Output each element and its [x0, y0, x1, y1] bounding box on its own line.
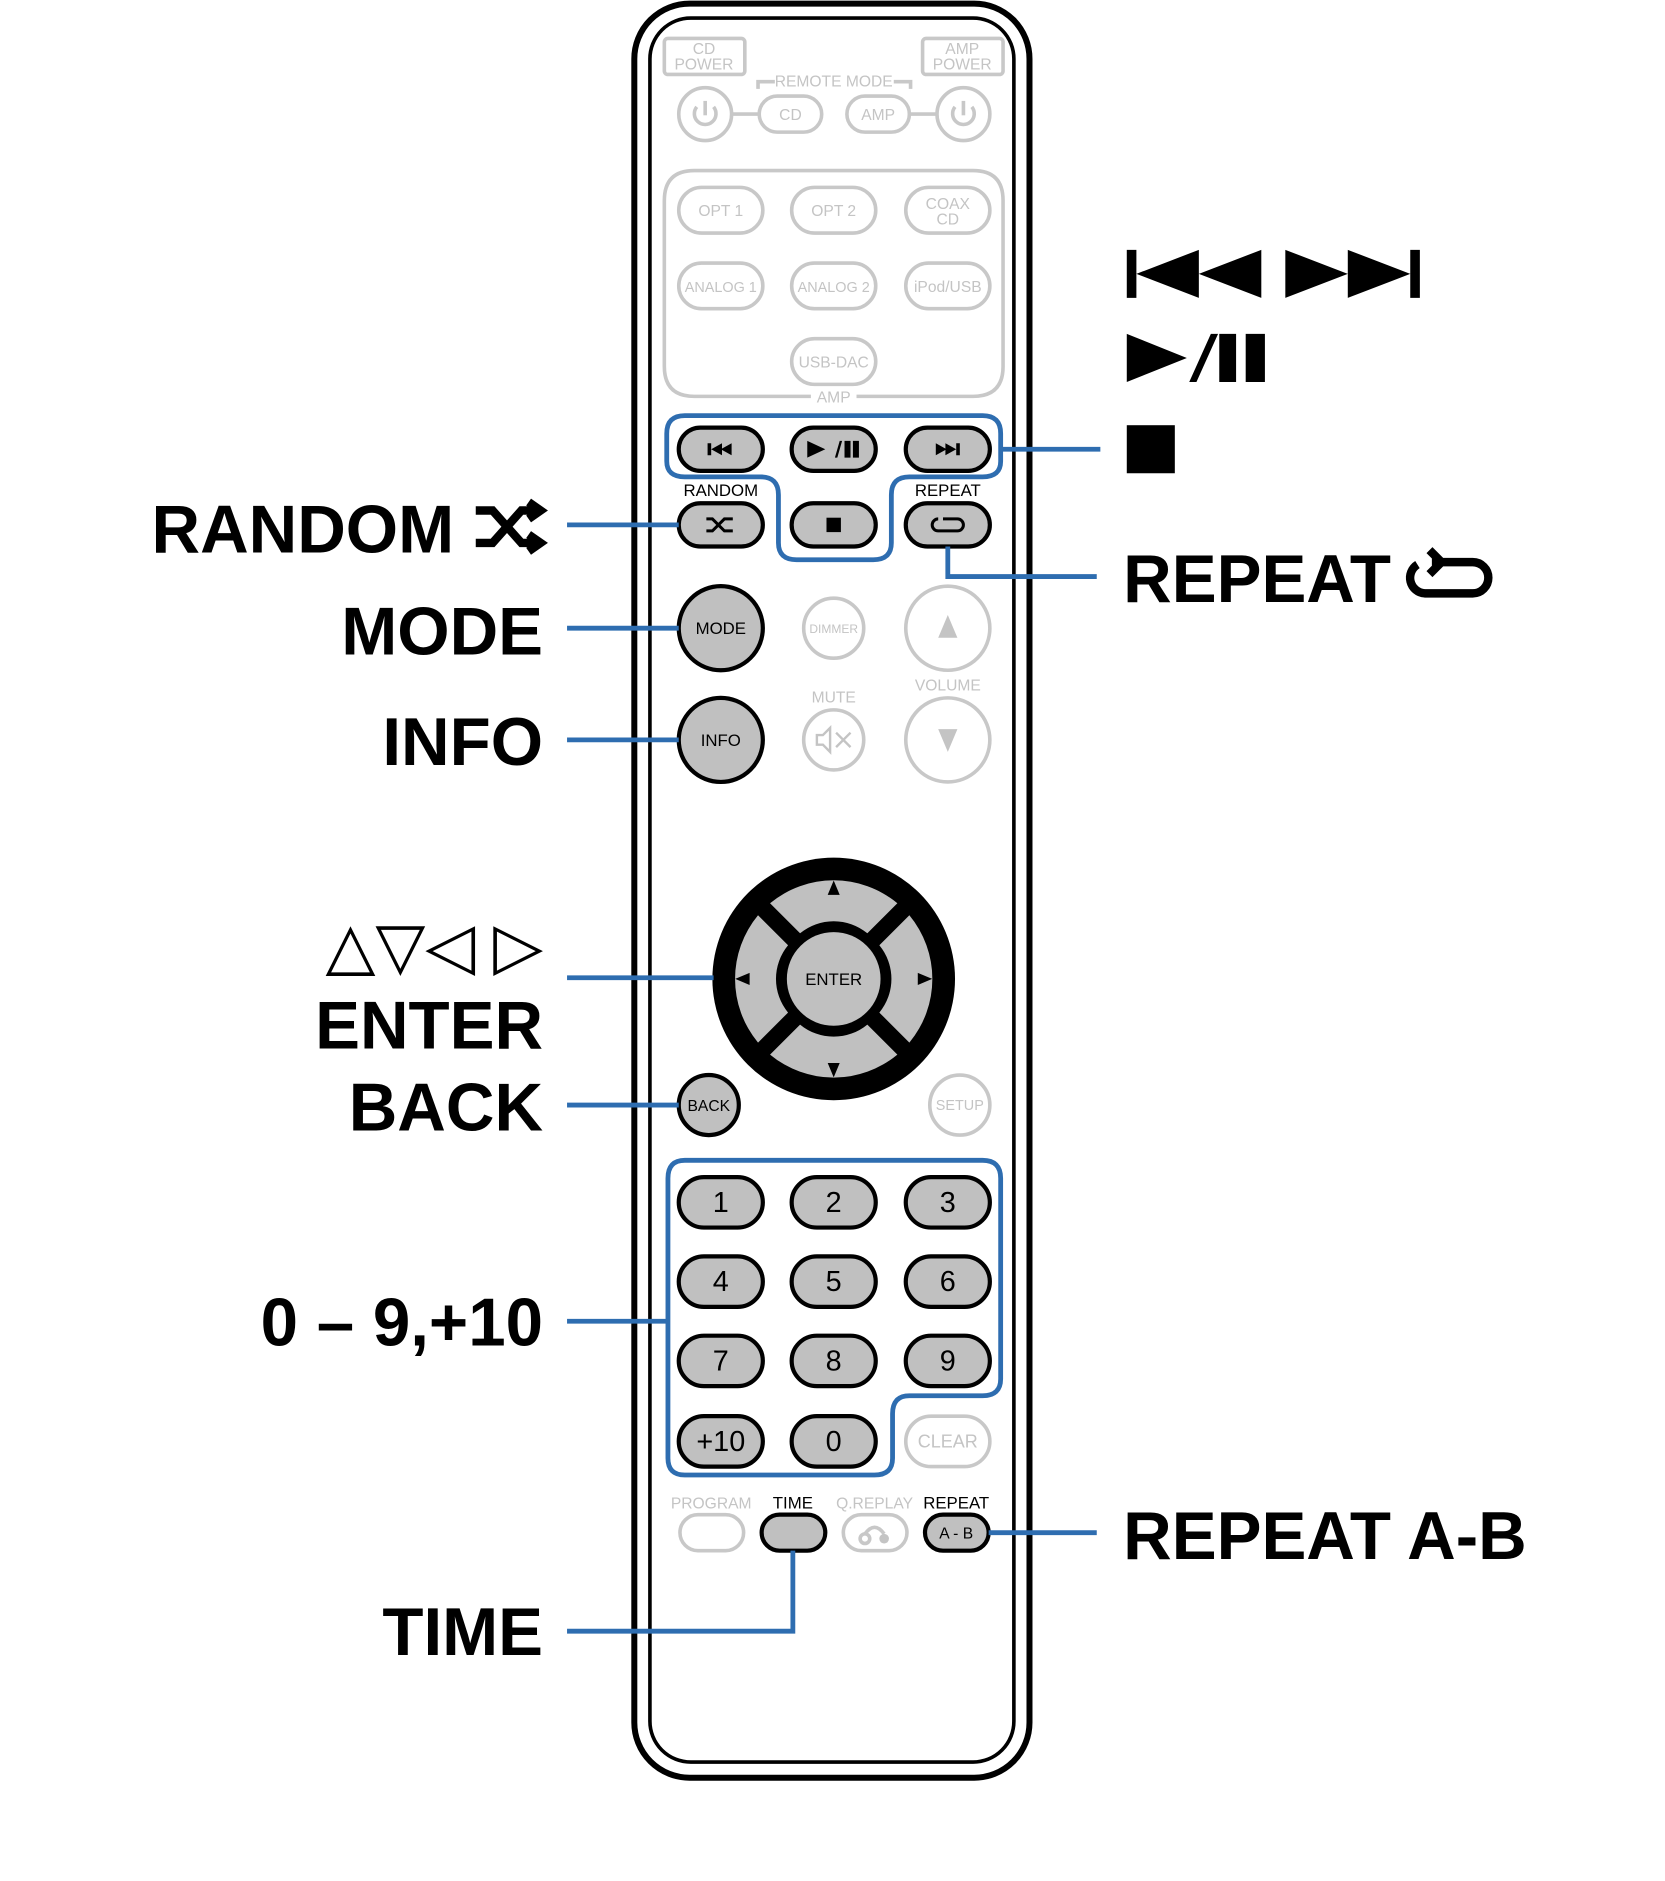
time-label: TIME	[773, 1494, 813, 1513]
svg-text:MODE: MODE	[696, 619, 746, 638]
svg-text:ANALOG 2: ANALOG 2	[798, 280, 870, 296]
callout-repeat: REPEAT	[1123, 542, 1391, 617]
svg-text:5: 5	[826, 1266, 842, 1298]
svg-text:AMP: AMP	[945, 41, 979, 58]
number-button-3[interactable]: 3	[903, 1175, 992, 1230]
svg-text:0: 0	[826, 1426, 842, 1458]
repeat-ab-button[interactable]: A - B	[922, 1512, 991, 1553]
svg-text:6: 6	[940, 1266, 956, 1298]
svg-text:9: 9	[940, 1346, 956, 1378]
svg-text:3: 3	[940, 1187, 956, 1219]
number-button-4[interactable]: 4	[676, 1254, 765, 1309]
stop-button[interactable]	[789, 501, 878, 549]
amp-group-label: AMP	[817, 389, 851, 406]
svg-text:COAX: COAX	[926, 196, 971, 213]
qreplay-label: Q.REPLAY	[836, 1496, 914, 1513]
remote-diagram: CD POWER AMP POWER REMOTE MODE CD AMP AM…	[152, 0, 1527, 1781]
number-button-2[interactable]: 2	[789, 1175, 878, 1230]
svg-text:2: 2	[826, 1187, 842, 1219]
number-button-5[interactable]: 5	[789, 1254, 878, 1309]
callout-mode: MODE	[341, 595, 543, 670]
cursor-pad: ENTER	[712, 857, 956, 1101]
number-button-7[interactable]: 7	[676, 1333, 765, 1389]
callout-time: TIME	[382, 1595, 543, 1670]
number-button-6[interactable]: 6	[903, 1254, 992, 1309]
back-button[interactable]: BACK	[676, 1072, 741, 1138]
time-button[interactable]	[759, 1512, 828, 1553]
callout-repeat-ab: REPEAT A-B	[1123, 1499, 1527, 1574]
repeat-label: REPEAT	[915, 481, 981, 500]
shuffle-icon	[475, 498, 548, 555]
svg-text:iPod/USB: iPod/USB	[914, 279, 982, 296]
svg-text:AMP: AMP	[861, 107, 895, 124]
svg-text:+10: +10	[696, 1426, 745, 1458]
mode-button[interactable]: MODE	[676, 584, 765, 673]
stop-icon	[1126, 425, 1175, 474]
previous-track-button[interactable]	[676, 425, 765, 473]
number-button-9[interactable]: 9	[903, 1333, 992, 1389]
remote-mode-label: REMOTE MODE	[775, 73, 893, 90]
svg-text:ANALOG 1: ANALOG 1	[685, 280, 757, 296]
random-button[interactable]	[676, 501, 765, 549]
svg-text:BACK: BACK	[688, 1098, 731, 1115]
svg-text:SETUP: SETUP	[936, 1098, 984, 1114]
callout-info: INFO	[382, 705, 543, 780]
callout-enter: ENTER	[315, 989, 543, 1064]
svg-text:OPT 1: OPT 1	[698, 203, 743, 220]
callout-random: RANDOM	[152, 493, 455, 568]
svg-text:OPT 2: OPT 2	[811, 203, 856, 220]
svg-text:8: 8	[826, 1346, 842, 1378]
svg-text:A - B: A - B	[939, 1526, 973, 1543]
repeat-icon	[1405, 547, 1493, 598]
svg-text:CLEAR: CLEAR	[918, 1431, 978, 1451]
callout-numbers: 0 – 9,+10	[261, 1285, 543, 1360]
play-pause-button[interactable]	[789, 425, 878, 473]
number-button-1[interactable]: 1	[676, 1175, 765, 1230]
volume-label: VOLUME	[915, 678, 981, 695]
number-button-plus10[interactable]: +10	[676, 1414, 765, 1469]
stop-icon	[826, 517, 841, 533]
play-pause-icon	[1126, 333, 1265, 382]
svg-text:INFO: INFO	[701, 731, 741, 750]
callout-back: BACK	[349, 1070, 543, 1145]
svg-text:4: 4	[713, 1266, 729, 1298]
callout-skip-icons	[1126, 249, 1420, 474]
svg-text:ENTER: ENTER	[805, 970, 862, 989]
skip-back-icon	[1126, 249, 1262, 298]
svg-text:CD: CD	[779, 107, 802, 124]
svg-text:CD: CD	[693, 41, 716, 58]
info-button[interactable]: INFO	[676, 695, 765, 785]
repeat-button[interactable]	[903, 501, 992, 549]
mute-label: MUTE	[812, 690, 856, 707]
svg-text:POWER: POWER	[674, 57, 733, 74]
svg-text:7: 7	[713, 1346, 729, 1378]
number-button-8[interactable]: 8	[789, 1333, 878, 1389]
svg-text:1: 1	[713, 1187, 729, 1219]
program-label: PROGRAM	[671, 1496, 752, 1513]
svg-text:CD: CD	[937, 212, 960, 229]
number-button-0[interactable]: 0	[789, 1414, 878, 1469]
callout-cursor-arrows: △▽◁ ▷	[325, 909, 543, 982]
repeat-ab-label: REPEAT	[923, 1494, 989, 1513]
svg-text:POWER: POWER	[933, 57, 992, 74]
next-track-button[interactable]	[903, 425, 992, 473]
svg-text:USB-DAC: USB-DAC	[799, 355, 869, 372]
random-label: RANDOM	[683, 481, 758, 500]
skip-forward-icon	[1285, 249, 1420, 298]
svg-text:DIMMER: DIMMER	[809, 622, 858, 636]
